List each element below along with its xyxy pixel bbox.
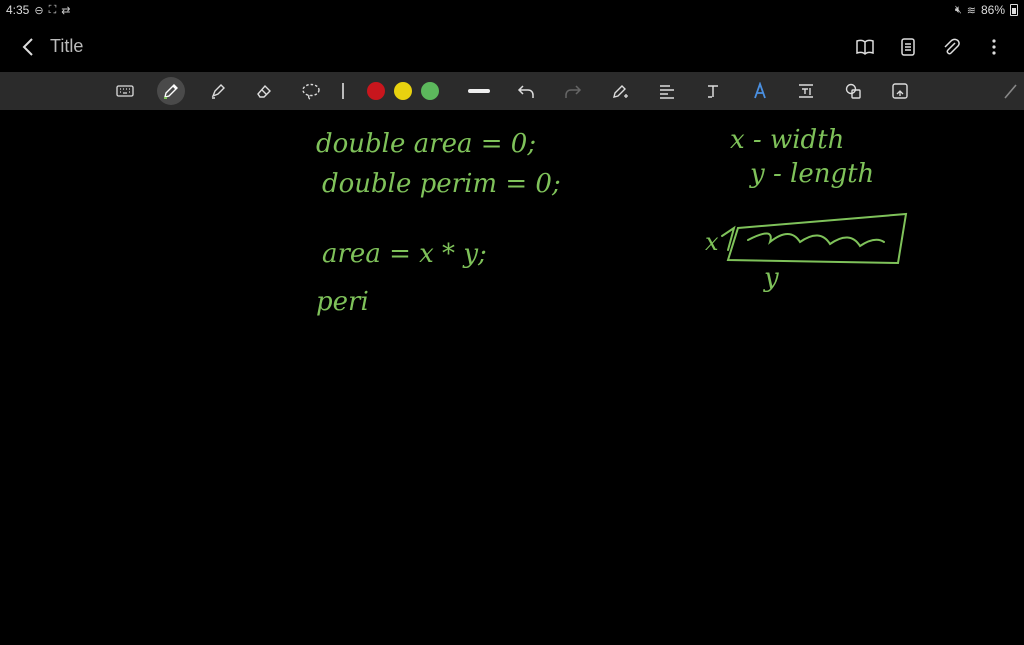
highlighter-icon [211, 84, 225, 99]
handwriting-line-1: double area = 0; [316, 129, 536, 159]
paperclip-icon [943, 38, 960, 55]
line-thickness-button[interactable] [468, 89, 490, 93]
status-time: 4:35 [6, 3, 30, 17]
text-align-icon [660, 85, 674, 99]
color-yellow-button[interactable] [394, 82, 412, 100]
color-green-button[interactable] [421, 82, 439, 100]
rect-label-x: x [705, 228, 719, 256]
handwriting-note-width: x - width [730, 125, 844, 155]
color-red-button[interactable] [367, 82, 385, 100]
back-button[interactable] [14, 33, 42, 61]
undo-icon [517, 85, 534, 98]
pen-button[interactable] [157, 77, 185, 105]
text-tool-button[interactable] [699, 77, 727, 105]
chevron-left-icon [22, 38, 33, 56]
note-canvas[interactable]: double area = 0; double perim = 0; area … [0, 110, 1024, 640]
pencil-icon [1004, 84, 1017, 99]
rectangle-sketch [721, 212, 908, 265]
eraser-icon [257, 84, 271, 98]
text-align-button[interactable] [653, 77, 681, 105]
toolbar-divider [342, 83, 344, 99]
ai-tool-button[interactable] [746, 77, 774, 105]
note-title[interactable]: Title [50, 36, 83, 57]
undo-button[interactable] [512, 77, 540, 105]
lasso-icon [302, 83, 320, 100]
handwriting-layer: double area = 0; double perim = 0; area … [316, 125, 908, 317]
mute-icon: 🔇︎ [954, 3, 962, 16]
drawing-toolbar [0, 72, 1024, 110]
pen-icon [164, 84, 178, 99]
sync-icon: ⇄ [61, 4, 71, 17]
status-bar: 4:35 ⊖ ⛶ ⇄ 🔇︎ ≋ 86% [0, 0, 1024, 22]
pencil-button[interactable] [997, 77, 1024, 105]
wifi-icon: ≋ [966, 4, 976, 17]
title-bar: Title [0, 22, 1024, 72]
pen-settings-icon [613, 85, 628, 98]
text-tool-icon [708, 85, 718, 98]
rect-label-y: y [763, 263, 779, 293]
ai-tool-icon [754, 82, 766, 99]
insert-image-button[interactable] [886, 77, 914, 105]
insert-image-icon [892, 83, 908, 99]
highlighter-button[interactable] [204, 77, 232, 105]
battery-icon [1010, 4, 1018, 16]
battery-percent: 86% [980, 3, 1005, 17]
text-box-button[interactable] [792, 77, 820, 105]
page-list-button[interactable] [893, 33, 922, 61]
handwriting-line-4: peri [316, 287, 369, 317]
shapes-icon [845, 83, 861, 99]
handwriting-line-3: area = x * y; [322, 239, 487, 269]
lasso-button[interactable] [297, 77, 325, 105]
redo-button[interactable] [559, 77, 587, 105]
book-icon [855, 39, 874, 56]
shapes-button[interactable] [839, 77, 867, 105]
keyboard-button[interactable] [111, 77, 139, 105]
handwriting-line-2: double perim = 0; [322, 169, 561, 199]
notification-icon: ⊖ [34, 4, 44, 17]
reading-mode-button[interactable] [850, 33, 879, 61]
keyboard-icon [116, 85, 134, 97]
screen-record-icon: ⛶ [48, 3, 57, 16]
eraser-button[interactable] [250, 77, 278, 105]
pen-settings-button[interactable] [606, 77, 634, 105]
handwriting-note-length: y - length [749, 159, 874, 189]
document-icon [900, 38, 915, 56]
more-vertical-icon [991, 39, 996, 55]
attach-button[interactable] [936, 33, 965, 61]
text-box-icon [799, 84, 813, 98]
more-options-button[interactable] [979, 33, 1008, 61]
redo-icon [565, 85, 582, 98]
